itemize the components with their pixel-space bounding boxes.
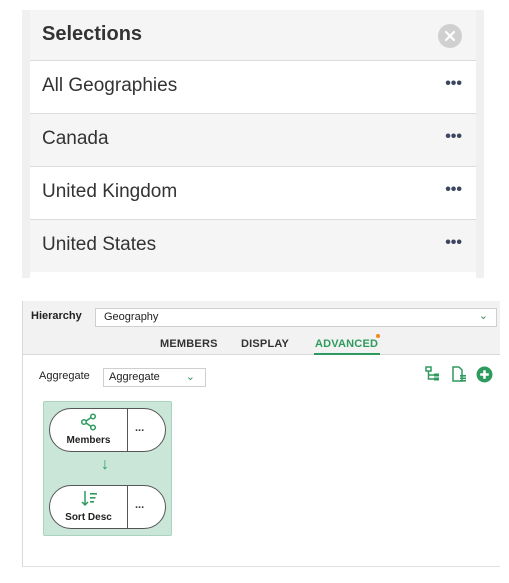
active-tab-indicator [314, 353, 380, 355]
hierarchy-bar: Hierarchy Geography ⌄ [23, 301, 500, 333]
more-options-icon[interactable]: ••• [445, 181, 462, 199]
flow-step-label: Sort Desc [65, 512, 112, 523]
selection-item[interactable]: United Kingdom ••• [30, 166, 476, 219]
tab-display[interactable]: DISPLAY [241, 338, 289, 350]
selection-item[interactable]: Canada ••• [30, 113, 476, 166]
tree-icon[interactable] [425, 366, 443, 384]
selections-panel: Selections All Geographies ••• Canada ••… [22, 10, 484, 278]
add-circle-icon[interactable] [476, 366, 494, 384]
selection-item-label: United States [42, 234, 157, 255]
chevron-down-icon: ⌄ [185, 371, 195, 383]
flow-step-main[interactable]: Sort Desc [50, 486, 128, 528]
selection-item-label: United Kingdom [42, 181, 178, 202]
flow-step-main[interactable]: Members [50, 409, 128, 451]
share-nodes-icon [50, 413, 127, 436]
hierarchy-select[interactable]: Geography ⌄ [95, 308, 497, 327]
selections-header: Selections [30, 10, 476, 60]
flow-step-members[interactable]: Members ... [49, 408, 166, 452]
flow-step-label: Members [66, 435, 111, 446]
hierarchy-label: Hierarchy [31, 310, 82, 322]
selection-item-label: All Geographies [42, 75, 178, 96]
hierarchy-select-value: Geography [104, 311, 159, 323]
aggregate-select[interactable]: Aggregate ⌄ [103, 368, 206, 387]
document-list-icon[interactable] [451, 366, 469, 384]
sort-desc-icon [50, 490, 127, 513]
flow-container: Members ... ↓ Sort Desc ... [43, 401, 172, 536]
aggregate-select-value: Aggregate [109, 371, 160, 383]
hierarchy-panel: Hierarchy Geography ⌄ MEMBERS DISPLAY AD… [22, 301, 500, 567]
more-options-icon[interactable]: ••• [445, 234, 462, 252]
more-options-icon[interactable]: ... [135, 499, 144, 511]
tab-members[interactable]: MEMBERS [160, 338, 218, 350]
notification-dot [376, 334, 380, 338]
arrow-down-icon: ↓ [101, 456, 109, 473]
aggregate-row: Aggregate Aggregate ⌄ [23, 356, 500, 393]
close-circle-icon[interactable] [438, 24, 462, 48]
flow-step-sort-desc[interactable]: Sort Desc ... [49, 485, 166, 529]
selection-item-label: Canada [42, 128, 109, 149]
more-options-icon[interactable]: ••• [445, 75, 462, 93]
more-options-icon[interactable]: ... [135, 422, 144, 434]
tab-advanced[interactable]: ADVANCED [315, 338, 378, 350]
selection-item[interactable]: United States ••• [30, 219, 476, 272]
more-options-icon[interactable]: ••• [445, 128, 462, 146]
tab-bar: MEMBERS DISPLAY ADVANCED [23, 333, 500, 355]
aggregate-label: Aggregate [39, 370, 90, 382]
selection-item[interactable]: All Geographies ••• [30, 60, 476, 113]
selections-title: Selections [42, 23, 143, 45]
chevron-down-icon: ⌄ [478, 310, 488, 322]
